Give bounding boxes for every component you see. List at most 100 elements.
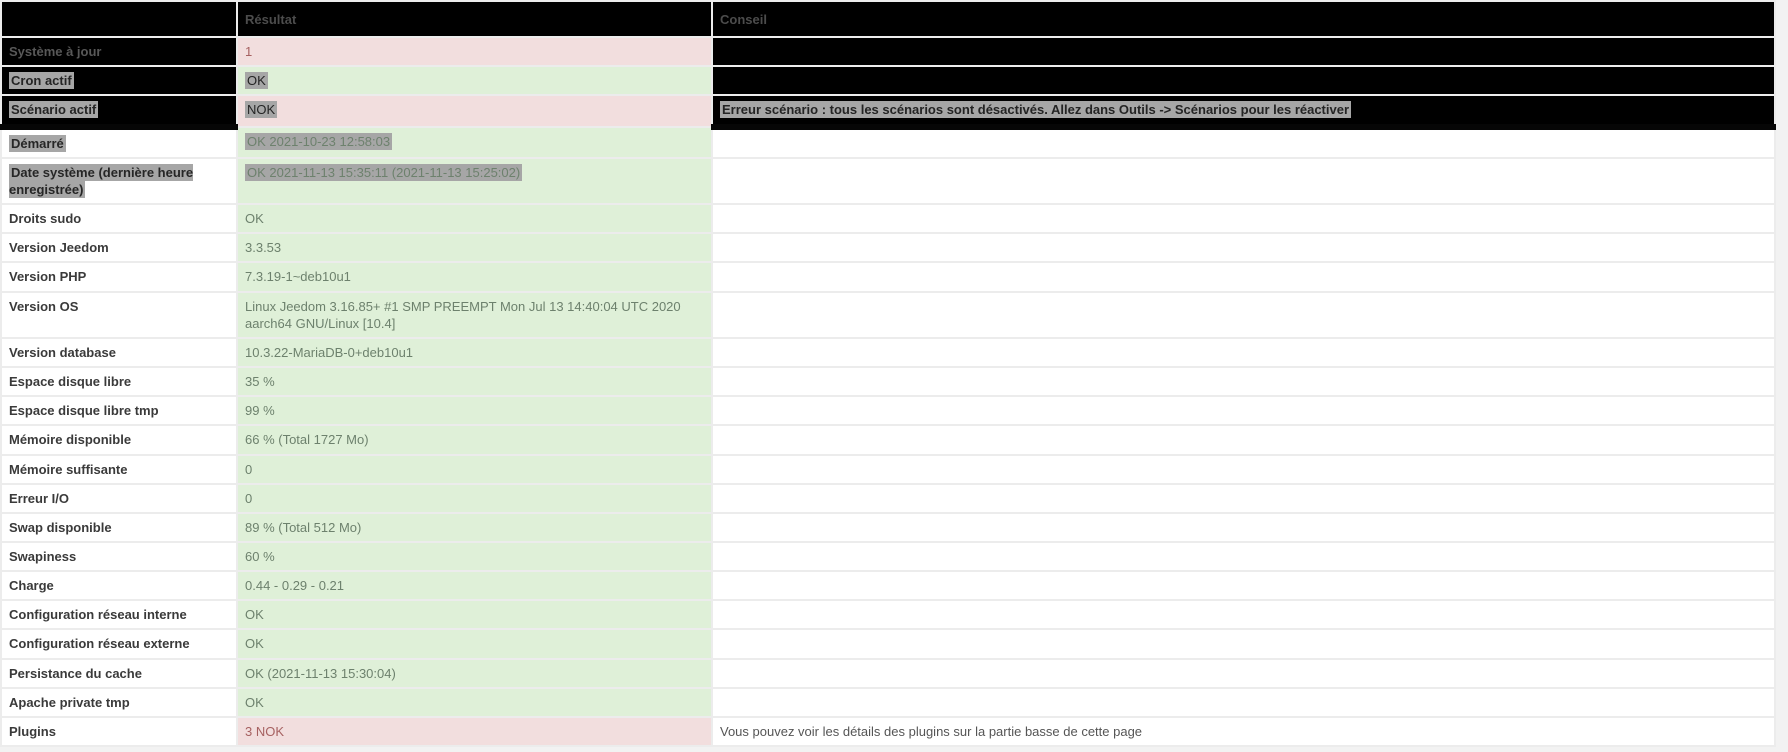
row-result-value: Linux Jeedom 3.16.85+ #1 SMP PREEMPT Mon… <box>245 298 681 331</box>
row-conseil-cell <box>711 482 1776 514</box>
row-result-cell: OK 2021-11-13 15:35:11 (2021-11-13 15:25… <box>236 156 713 206</box>
row-conseil-cell <box>711 570 1776 602</box>
row-result-value: 3 NOK <box>245 723 285 739</box>
row-result-value: 35 % <box>245 374 275 390</box>
row-label-cell: Version Jeedom <box>0 232 238 264</box>
table-row: Système à jour 1 <box>0 36 1776 68</box>
row-label-cell: Système à jour <box>0 36 238 68</box>
row-result-cell: 3 NOK <box>236 715 713 748</box>
row-label: Version OS <box>9 298 79 314</box>
row-label-cell: Droits sudo <box>0 203 238 235</box>
row-conseil-cell <box>711 511 1776 543</box>
row-result-cell: 66 % (Total 1727 Mo) <box>236 424 713 456</box>
row-label: Erreur I/O <box>9 490 69 506</box>
row-label: Version PHP <box>9 269 87 285</box>
row-conseil-cell <box>711 366 1776 398</box>
row-label: Swapiness <box>9 548 77 564</box>
row-result-cell: OK <box>236 599 713 631</box>
row-label: Version Jeedom <box>9 240 109 256</box>
row-label-cell: Apache private tmp <box>0 686 238 718</box>
row-result-cell: OK (2021-11-13 15:30:04) <box>236 657 713 689</box>
row-result-cell: 0 <box>236 482 713 514</box>
row-label-cell: Configuration réseau externe <box>0 628 238 660</box>
table-row: Persistance du cache OK (2021-11-13 15:30… <box>0 657 1776 689</box>
row-label-cell: Espace disque libre <box>0 366 238 398</box>
row-label: Date système (dernière heure enregistrée… <box>9 163 194 198</box>
row-label-cell: Mémoire disponible <box>0 424 238 456</box>
row-result-value: OK <box>245 607 264 623</box>
row-label: Persistance du cache <box>9 665 142 681</box>
row-result-cell: 3.3.53 <box>236 232 713 264</box>
row-result-cell: 89 % (Total 512 Mo) <box>236 511 713 543</box>
row-label: Mémoire disponible <box>9 432 132 448</box>
table-header-row: Résultat Conseil <box>0 0 1776 39</box>
row-result-cell: OK <box>236 203 713 235</box>
row-label: Configuration réseau interne <box>9 607 187 623</box>
row-conseil-cell <box>711 599 1776 631</box>
row-conseil-cell <box>711 65 1776 97</box>
row-result-value: 1 <box>245 44 253 60</box>
row-result-value: OK <box>245 694 264 710</box>
row-result-value: 0 <box>245 490 253 506</box>
row-result-cell: 0 <box>236 453 713 485</box>
row-label-cell: Configuration réseau interne <box>0 599 238 631</box>
row-label-cell: Démarré <box>0 125 238 159</box>
row-result-cell: OK 2021-10-23 12:58:03 <box>236 125 713 159</box>
row-label: Démarré <box>9 134 66 152</box>
table-row: Démarré OK 2021-10-23 12:58:03 <box>0 125 1776 159</box>
table-row: Version PHP 7.3.19-1~deb10u1 <box>0 261 1776 293</box>
row-conseil-text: Vous pouvez voir les détails des plugins… <box>720 723 1143 739</box>
row-label-cell: Version PHP <box>0 261 238 293</box>
row-conseil-cell: Vous pouvez voir les détails des plugins… <box>711 715 1776 748</box>
row-result-value: 66 % (Total 1727 Mo) <box>245 432 369 448</box>
row-label-cell: Swapiness <box>0 540 238 573</box>
row-result-value: OK 2021-11-13 15:35:11 (2021-11-13 15:25… <box>245 163 523 181</box>
row-conseil-text: Erreur scénario : tous les scénarios son… <box>720 101 1352 119</box>
table-row: Mémoire disponible 66 % (Total 1727 Mo) <box>0 424 1776 456</box>
row-label-cell: Cron actif <box>0 65 238 97</box>
row-result-value: OK (2021-11-13 15:30:04) <box>245 665 396 681</box>
row-result-cell: 7.3.19-1~deb10u1 <box>236 261 713 293</box>
health-table: Résultat Conseil Système à jour 1 Cron act… <box>0 0 1776 748</box>
row-conseil-cell <box>711 232 1776 264</box>
row-conseil-cell <box>711 261 1776 293</box>
row-result-cell: 35 % <box>236 366 713 398</box>
table-row: Version OS Linux Jeedom 3.16.85+ #1 SMP P… <box>0 290 1776 339</box>
row-result-cell: 10.3.22-MariaDB-0+deb10u1 <box>236 336 713 369</box>
table-row: Cron actif OK <box>0 65 1776 97</box>
row-label: Version database <box>9 344 116 360</box>
row-conseil-cell <box>711 453 1776 485</box>
row-result-cell: NOK <box>236 94 713 128</box>
row-label-cell: Scénario actif <box>0 94 238 130</box>
row-result-value: 99 % <box>245 403 275 419</box>
row-conseil-cell <box>711 290 1776 339</box>
row-conseil-cell: Erreur scénario : tous les scénarios son… <box>711 94 1776 130</box>
table-row: Charge 0.44 - 0.29 - 0.21 <box>0 570 1776 602</box>
table-row: Date système (dernière heure enregistrée… <box>0 156 1776 206</box>
row-label: Swap disponible <box>9 519 112 535</box>
row-label: Cron actif <box>9 72 74 90</box>
sante-page: Résultat Conseil Système à jour 1 Cron act… <box>0 0 1788 752</box>
table-row: Erreur I/O 0 <box>0 482 1776 514</box>
row-conseil-cell <box>711 540 1776 573</box>
row-result-value: OK <box>245 211 264 227</box>
row-label: Charge <box>9 578 54 594</box>
row-result-cell: OK <box>236 65 713 97</box>
table-row: Espace disque libre 35 % <box>0 366 1776 398</box>
row-label-cell: Mémoire suffisante <box>0 453 238 485</box>
row-conseil-cell <box>711 686 1776 718</box>
row-result-value: OK 2021-10-23 12:58:03 <box>245 132 393 150</box>
row-conseil-cell <box>711 203 1776 235</box>
row-result-cell: 0.44 - 0.29 - 0.21 <box>236 570 713 602</box>
table-row: Swap disponible 89 % (Total 512 Mo) <box>0 511 1776 543</box>
row-result-value: 89 % (Total 512 Mo) <box>245 519 362 535</box>
row-result-value: OK <box>245 72 268 90</box>
table-row: Swapiness 60 % <box>0 540 1776 573</box>
row-conseil-cell <box>711 125 1776 159</box>
row-conseil-cell <box>711 336 1776 369</box>
header-label-column <box>0 0 238 39</box>
table-row: Mémoire suffisante 0 <box>0 453 1776 485</box>
row-result-cell: 99 % <box>236 395 713 427</box>
row-label-cell: Version OS <box>0 290 238 339</box>
row-conseil-cell <box>711 657 1776 689</box>
